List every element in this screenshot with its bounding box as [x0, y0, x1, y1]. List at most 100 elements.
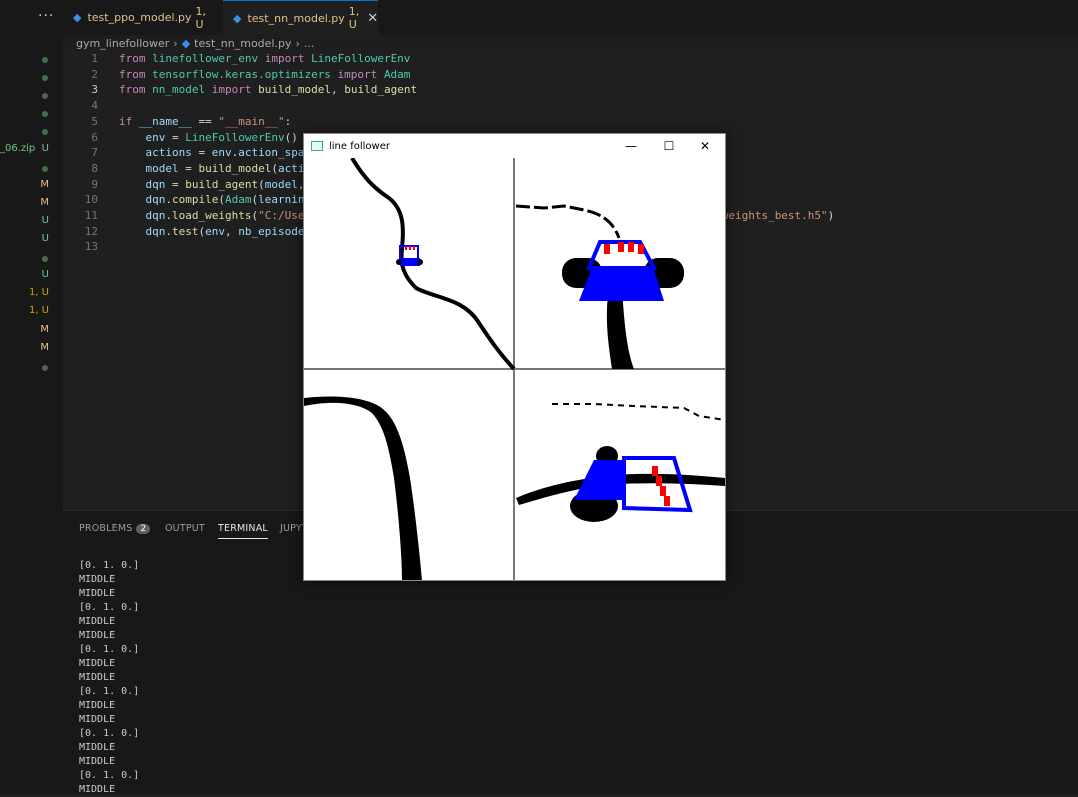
tab-label: PROBLEMS: [79, 523, 133, 534]
explorer-item[interactable]: [0, 70, 58, 88]
terminal-line: MIDDLE: [79, 700, 116, 711]
code-text: actions = env.action_spac: [145, 146, 312, 160]
explorer-item[interactable]: [0, 251, 58, 269]
terminal-line: [0. 1. 0.]: [79, 560, 140, 571]
code-line[interactable]: 5 if __name__ == "__main__":: [63, 115, 1063, 131]
explorer-item[interactable]: 1, U: [0, 305, 58, 323]
git-status-badge: M: [40, 341, 49, 353]
line-number: 8: [91, 161, 98, 175]
line-number: 2: [91, 67, 98, 81]
line-number: 5: [91, 114, 98, 128]
problems-count-badge: 2: [136, 524, 151, 534]
modified-dot-icon: [42, 93, 48, 100]
explorer-item[interactable]: [0, 161, 58, 179]
terminal-line: [0. 1. 0.]: [79, 728, 140, 739]
tab-badge: 1, U: [348, 5, 360, 31]
breadcrumb-folder[interactable]: gym_linefollower: [76, 37, 169, 50]
line-number: 7: [91, 146, 98, 160]
modified-dot-icon: [42, 165, 48, 172]
explorer-item[interactable]: 1, U: [0, 287, 58, 305]
git-status-badge: M: [40, 323, 49, 335]
python-file-icon: ◆: [73, 11, 82, 24]
breadcrumb-file[interactable]: test_nn_model.py: [194, 37, 291, 50]
tab-label: test_nn_model.py: [247, 11, 345, 25]
tab-badge: 1, U: [195, 4, 207, 31]
explorer-item[interactable]: M: [0, 179, 58, 197]
terminal-line: MIDDLE: [79, 630, 116, 641]
code-line[interactable]: 3 from nn_model import build_model, build…: [63, 83, 1063, 99]
explorer-item[interactable]: [0, 106, 58, 124]
git-status-badge: 1, U: [28, 287, 49, 299]
git-status-badge: U: [41, 233, 49, 244]
breadcrumb-more[interactable]: ...: [304, 37, 315, 50]
modified-dot-icon: [42, 256, 48, 263]
line-follower-window[interactable]: line follower — ☐ ✕: [303, 133, 726, 581]
code-line[interactable]: 1 from linefollower_env import LineFollow…: [63, 52, 1063, 68]
close-icon[interactable]: ✕: [367, 11, 378, 26]
explorer-item[interactable]: [0, 88, 58, 106]
editor-tab-bar: ◆ test_ppo_model.py 1, U ◆ test_nn_model…: [63, 0, 1078, 35]
line-number: 1: [91, 52, 98, 65]
terminal-line: MIDDLE: [79, 588, 116, 599]
explorer-item[interactable]: [0, 52, 58, 70]
minimize-icon[interactable]: —: [613, 134, 649, 158]
robot-body: [579, 270, 664, 301]
terminal-line: MIDDLE: [79, 574, 116, 585]
explorer-item[interactable]: [0, 124, 58, 142]
code-text: dqn.test(env, nb_episodes: [145, 224, 312, 238]
explorer-item-label: _06.zip: [0, 142, 36, 154]
explorer-item[interactable]: U: [0, 215, 58, 233]
terminal-line: [0. 1. 0.]: [79, 644, 140, 655]
terminal-line: MIDDLE: [79, 756, 116, 767]
close-window-icon[interactable]: ✕: [687, 134, 723, 158]
git-status-badge: 1, U: [28, 305, 49, 317]
terminal-line: [0. 1. 0.]: [79, 686, 140, 697]
explorer-item[interactable]: [0, 360, 58, 378]
code-text: from nn_model import build_model, build_…: [119, 83, 418, 97]
simulation-canvas: [304, 158, 725, 580]
app-icon: [311, 141, 323, 151]
modified-dot-icon: [42, 111, 48, 118]
code-text: if __name__ == "__main__":: [119, 114, 292, 128]
line-number: 12: [84, 224, 98, 238]
line-number: 10: [84, 193, 98, 207]
terminal-line: [0. 1. 0.]: [79, 602, 140, 613]
code-text: model = build_model(actio: [145, 161, 312, 175]
chevron-right-icon: ›: [295, 36, 300, 50]
line-number: 4: [91, 99, 98, 113]
robot-wheel: [417, 259, 423, 265]
explorer-item[interactable]: U: [0, 233, 58, 251]
maximize-icon[interactable]: ☐: [651, 134, 687, 158]
terminal-line: MIDDLE: [79, 672, 116, 683]
code-text: dqn = build_agent(model,: [145, 177, 305, 191]
tab-output[interactable]: OUTPUT: [165, 523, 205, 534]
code-text: from linefollower_env import LineFollowe…: [119, 52, 411, 65]
line-number: 3: [91, 83, 98, 97]
code-text: dqn.compile(Adam(learning: [145, 193, 312, 207]
git-status-badge: U: [41, 269, 49, 281]
terminal-output[interactable]: [0. 1. 0.] MIDDLE MIDDLE [0. 1. 0.] MIDDLE MI…: [79, 559, 139, 797]
modified-dot-icon: [42, 364, 48, 371]
explorer-item[interactable]: _06.zip U: [0, 143, 58, 161]
tab-problems[interactable]: PROBLEMS 2: [79, 523, 151, 534]
explorer-item[interactable]: U: [0, 269, 58, 287]
explorer-item[interactable]: M: [0, 197, 58, 215]
modified-dot-icon: [42, 75, 48, 82]
tab-label: test_ppo_model.py: [87, 11, 192, 24]
terminal-line: MIDDLE: [79, 714, 116, 725]
line-number: 9: [91, 177, 98, 191]
chevron-right-icon: ›: [173, 36, 178, 50]
explorer-item[interactable]: M: [0, 342, 58, 360]
git-status-badge: M: [40, 196, 49, 208]
explorer-item[interactable]: M: [0, 324, 58, 342]
code-text: env = LineFollowerEnv(): [145, 130, 298, 144]
tab-test-nn-model[interactable]: ◆ test_nn_model.py 1, U ✕: [223, 0, 378, 35]
python-file-icon: ◆: [233, 11, 242, 25]
code-line[interactable]: 4: [63, 99, 1063, 115]
tab-test-ppo-model[interactable]: ◆ test_ppo_model.py 1, U: [63, 0, 220, 35]
line-number: 11: [84, 209, 98, 222]
code-line[interactable]: 2 from tensorflow.keras.optimizers import…: [63, 68, 1063, 84]
robot-wheel: [396, 259, 402, 265]
tab-terminal[interactable]: TERMINAL: [218, 523, 268, 539]
more-actions-icon[interactable]: ···: [38, 8, 54, 24]
